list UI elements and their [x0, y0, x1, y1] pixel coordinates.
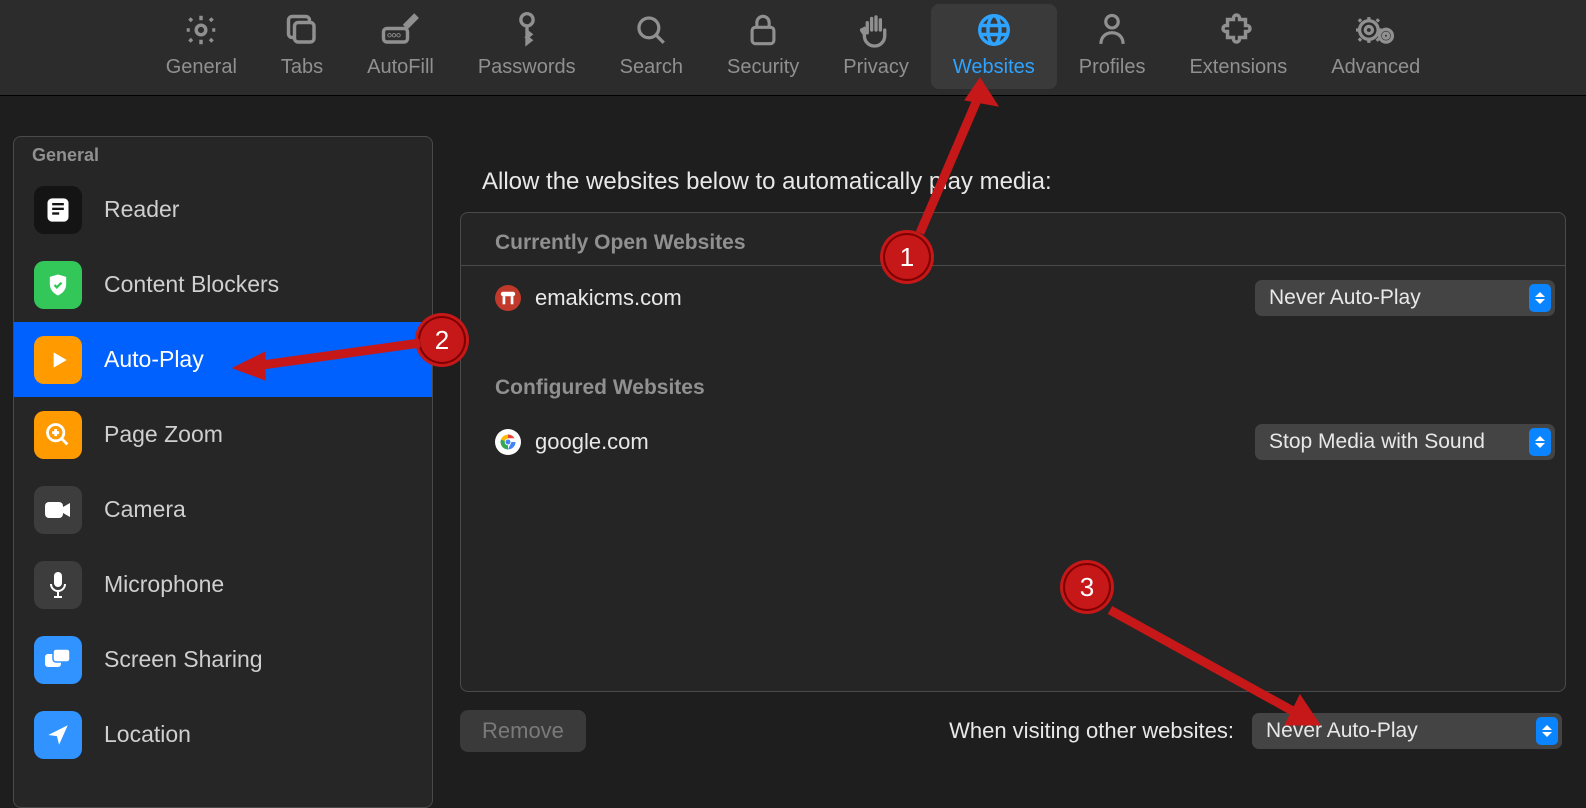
sidebar-item-label: Microphone [104, 571, 224, 598]
hand-icon [860, 10, 892, 50]
tab-general-label: General [166, 56, 237, 79]
lock-icon [748, 10, 778, 50]
reader-icon [34, 186, 82, 234]
key-icon [512, 10, 542, 50]
microphone-icon [34, 561, 82, 609]
tab-websites-label: Websites [953, 56, 1035, 79]
site-row[interactable]: emakicms.com Never Auto-Play [461, 266, 1565, 330]
site-domain: google.com [535, 429, 649, 455]
site-setting-select[interactable]: Never Auto-Play [1255, 280, 1555, 316]
tab-security-label: Security [727, 56, 799, 79]
tab-advanced[interactable]: Advanced [1309, 4, 1442, 89]
sidebar-item-page-zoom[interactable]: Page Zoom [14, 397, 432, 472]
tab-tabs-label: Tabs [281, 56, 323, 79]
zoom-in-icon [34, 411, 82, 459]
person-icon [1096, 10, 1128, 50]
sidebar-item-label: Page Zoom [104, 421, 223, 448]
sidebar-item-label: Camera [104, 496, 186, 523]
settings-sidebar: General Reader Content Blockers Auto-Pla… [13, 136, 433, 808]
site-favicon [495, 285, 521, 311]
page-heading: Allow the websites below to automaticall… [482, 168, 1544, 196]
main-panel: Allow the websites below to automaticall… [460, 136, 1566, 808]
magnifier-icon [634, 10, 668, 50]
tab-advanced-label: Advanced [1331, 56, 1420, 79]
sidebar-item-label: Auto-Play [104, 346, 204, 373]
shield-check-icon [34, 261, 82, 309]
sidebar-item-screen-sharing[interactable]: Screen Sharing [14, 622, 432, 697]
select-value: Stop Media with Sound [1269, 430, 1485, 453]
play-icon [34, 336, 82, 384]
site-setting-select[interactable]: Stop Media with Sound [1255, 424, 1555, 460]
chevron-up-down-icon [1536, 717, 1558, 745]
gears-icon [1356, 10, 1396, 50]
sidebar-item-camera[interactable]: Camera [14, 472, 432, 547]
tab-profiles-label: Profiles [1079, 56, 1146, 79]
sidebar-section-header: General [14, 137, 432, 172]
annotation-arrow-2 [225, 330, 435, 380]
gear-icon [183, 10, 219, 50]
puzzle-icon [1220, 10, 1256, 50]
tab-autofill[interactable]: AutoFill [345, 4, 456, 89]
tab-websites[interactable]: Websites [931, 4, 1057, 89]
tab-extensions-label: Extensions [1189, 56, 1287, 79]
annotation-arrow-1 [910, 78, 990, 243]
tab-passwords-label: Passwords [478, 56, 576, 79]
sidebar-item-location[interactable]: Location [14, 697, 432, 772]
annotation-arrow-3 [1100, 600, 1340, 740]
section-currently-open: Currently Open Websites [461, 213, 1565, 266]
tab-autofill-label: AutoFill [367, 56, 434, 79]
websites-list: Currently Open Websites emakicms.com Nev… [460, 212, 1566, 692]
tab-general[interactable]: General [144, 4, 259, 89]
tab-search-label: Search [620, 56, 683, 79]
tab-profiles[interactable]: Profiles [1057, 4, 1168, 89]
tab-search[interactable]: Search [598, 4, 705, 89]
tab-privacy[interactable]: Privacy [821, 4, 931, 89]
screens-icon [34, 636, 82, 684]
sidebar-item-content-blockers[interactable]: Content Blockers [14, 247, 432, 322]
chevron-up-down-icon [1529, 284, 1551, 312]
stacked-windows-icon [284, 10, 320, 50]
sidebar-item-microphone[interactable]: Microphone [14, 547, 432, 622]
remove-button[interactable]: Remove [460, 710, 586, 752]
chevron-up-down-icon [1529, 428, 1551, 456]
site-row[interactable]: google.com Stop Media with Sound [461, 410, 1565, 474]
remove-label: Remove [482, 718, 564, 743]
globe-icon [976, 10, 1012, 50]
location-arrow-icon [34, 711, 82, 759]
sidebar-item-label: Location [104, 721, 191, 748]
tab-tabs[interactable]: Tabs [259, 4, 345, 89]
camera-icon [34, 486, 82, 534]
select-value: Never Auto-Play [1269, 286, 1421, 309]
sidebar-item-label: Reader [104, 196, 179, 223]
sidebar-item-label: Content Blockers [104, 271, 279, 298]
tab-extensions[interactable]: Extensions [1167, 4, 1309, 89]
sidebar-item-reader[interactable]: Reader [14, 172, 432, 247]
preferences-toolbar: General Tabs AutoFill Passwords Search S… [0, 0, 1586, 96]
tab-passwords[interactable]: Passwords [456, 4, 598, 89]
site-favicon [495, 429, 521, 455]
pencil-field-icon [380, 10, 420, 50]
site-domain: emakicms.com [535, 285, 682, 311]
sidebar-item-label: Screen Sharing [104, 646, 263, 673]
tab-security[interactable]: Security [705, 4, 821, 89]
section-configured: Configured Websites [461, 358, 1565, 410]
tab-privacy-label: Privacy [843, 56, 909, 79]
